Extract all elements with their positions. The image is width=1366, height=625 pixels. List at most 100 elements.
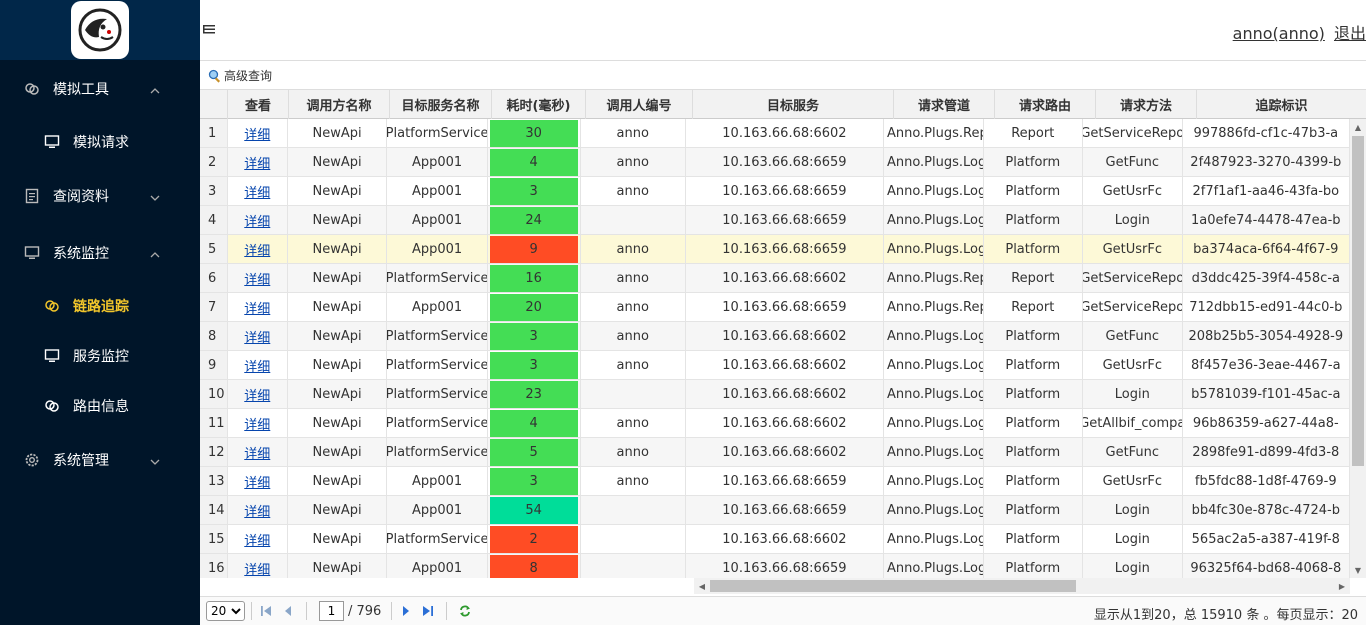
- submenu-item-1[interactable]: 模拟请求: [0, 117, 200, 167]
- column-header-4[interactable]: 耗时(毫秒): [492, 90, 586, 119]
- detail-link[interactable]: 详细: [244, 501, 270, 520]
- app-logo[interactable]: [71, 1, 129, 59]
- column-header-5[interactable]: 调用人编号: [586, 90, 693, 119]
- user-cell: anno: [581, 235, 686, 263]
- menu-item-0[interactable]: 模拟工具: [0, 60, 200, 117]
- menu-label: 查阅资料: [53, 188, 109, 205]
- scroll-up-icon[interactable]: ▲: [1350, 119, 1366, 135]
- cost-value: 54: [489, 496, 578, 524]
- target-cell: App001: [387, 148, 488, 176]
- detail-cell: 详细: [228, 206, 288, 234]
- caller-cell: NewApi: [288, 206, 388, 234]
- column-header-2[interactable]: 调用方名称: [289, 90, 390, 119]
- caller-cell: NewApi: [288, 148, 388, 176]
- detail-link[interactable]: 详细: [244, 385, 270, 404]
- menu-item-3[interactable]: 系统监控: [0, 224, 200, 281]
- table-row[interactable]: 11 详细 NewApi PlatformService 4 anno 10.163.66.…: [200, 409, 1350, 438]
- table-row[interactable]: 8 详细 NewApi PlatformService 3 anno 10.163.66.6…: [200, 322, 1350, 351]
- pipe-cell: Anno.Plugs.Logi: [884, 438, 984, 466]
- column-header-8[interactable]: 请求路由: [995, 90, 1096, 119]
- detail-link[interactable]: 详细: [244, 182, 270, 201]
- row-number: 6: [200, 264, 228, 292]
- table-row[interactable]: 6 详细 NewApi PlatformService 16 anno 10.163.66.…: [200, 264, 1350, 293]
- caller-cell: NewApi: [288, 409, 388, 437]
- pipe-cell: Anno.Plugs.Repo: [884, 293, 984, 321]
- table-row[interactable]: 3 详细 NewApi App001 3 anno 10.163.66.68:6659 Ann…: [200, 177, 1350, 206]
- detail-cell: 详细: [228, 293, 288, 321]
- scroll-down-icon[interactable]: ▼: [1350, 562, 1366, 578]
- page-size-select[interactable]: 20: [206, 601, 245, 621]
- detail-link[interactable]: 详细: [244, 298, 270, 317]
- target-cell: PlatformService: [387, 119, 488, 147]
- refresh-icon[interactable]: [457, 603, 473, 619]
- menu-toggle-icon[interactable]: [203, 23, 215, 35]
- column-header-0[interactable]: [200, 90, 228, 119]
- menu-label: 模拟工具: [53, 81, 109, 98]
- table-row[interactable]: 1 详细 NewApi PlatformService 30 anno 10.163.66.…: [200, 119, 1350, 148]
- submenu-item-4[interactable]: 链路追踪: [0, 281, 200, 331]
- last-page-icon[interactable]: [420, 603, 436, 619]
- detail-link[interactable]: 详细: [244, 559, 270, 578]
- menu-item-7[interactable]: 系统管理: [0, 431, 200, 488]
- trace-cell: 2f487923-3270-4399-b: [1183, 148, 1350, 176]
- row-number: 10: [200, 380, 228, 408]
- detail-cell: 详细: [228, 264, 288, 292]
- page-number-input[interactable]: [319, 601, 344, 621]
- advanced-search-button[interactable]: 高级查询: [208, 67, 272, 84]
- table-row[interactable]: 14 详细 NewApi App001 54 10.163.66.68:6659 Anno.…: [200, 496, 1350, 525]
- logo-area: [0, 0, 200, 60]
- table-row[interactable]: 10 详细 NewApi PlatformService 23 10.163.66.68:…: [200, 380, 1350, 409]
- pipe-cell: Anno.Plugs.Logi: [884, 148, 984, 176]
- detail-link[interactable]: 详细: [244, 269, 270, 288]
- detail-link[interactable]: 详细: [244, 414, 270, 433]
- table-row[interactable]: 5 详细 NewApi App001 9 anno 10.163.66.68:6659 Ann…: [200, 235, 1350, 264]
- submenu-item-6[interactable]: 路由信息: [0, 381, 200, 431]
- menu-item-2[interactable]: 查阅资料: [0, 167, 200, 224]
- vertical-scrollbar[interactable]: ▲ ▼: [1350, 119, 1366, 578]
- detail-link[interactable]: 详细: [244, 240, 270, 259]
- detail-link[interactable]: 详细: [244, 124, 270, 143]
- table-row[interactable]: 4 详细 NewApi App001 24 10.163.66.68:6659 Anno.P…: [200, 206, 1350, 235]
- user-cell: [581, 380, 686, 408]
- username-link[interactable]: anno(anno): [1233, 24, 1325, 43]
- scroll-left-icon[interactable]: ◀: [694, 578, 710, 594]
- table-row[interactable]: 9 详细 NewApi PlatformService 3 anno 10.163.66.6…: [200, 351, 1350, 380]
- column-header-3[interactable]: 目标服务名称: [390, 90, 492, 119]
- detail-link[interactable]: 详细: [244, 472, 270, 491]
- vertical-scroll-thumb[interactable]: [1352, 136, 1364, 466]
- detail-link[interactable]: 详细: [244, 356, 270, 375]
- table-row[interactable]: 16 详细 NewApi App001 8 10.163.66.68:6659 Anno.P…: [200, 554, 1350, 578]
- method-cell: Login: [1083, 496, 1183, 524]
- submenu-item-5[interactable]: 服务监控: [0, 331, 200, 381]
- pipe-cell: Anno.Plugs.Logi: [884, 351, 984, 379]
- table-row[interactable]: 15 详细 NewApi PlatformService 2 10.163.66.68:6…: [200, 525, 1350, 554]
- detail-link[interactable]: 详细: [244, 211, 270, 230]
- route-cell: Platform: [984, 409, 1084, 437]
- cost-cell: 3: [488, 467, 581, 495]
- trace-cell: 1a0efe74-4478-47ea-b: [1183, 206, 1350, 234]
- method-cell: GetUsrFc: [1083, 177, 1183, 205]
- pipe-cell: Anno.Plugs.Logi: [884, 206, 984, 234]
- table-row[interactable]: 2 详细 NewApi App001 4 anno 10.163.66.68:6659 Ann…: [200, 148, 1350, 177]
- detail-link[interactable]: 详细: [244, 443, 270, 462]
- column-header-1[interactable]: 查看: [228, 90, 289, 119]
- detail-cell: 详细: [228, 119, 288, 147]
- first-page-icon[interactable]: [258, 603, 274, 619]
- horizontal-scrollbar[interactable]: ◀ ▶: [694, 578, 1350, 594]
- column-header-9[interactable]: 请求方法: [1096, 90, 1197, 119]
- table-row[interactable]: 13 详细 NewApi App001 3 anno 10.163.66.68:6659 An…: [200, 467, 1350, 496]
- scroll-right-icon[interactable]: ▶: [1334, 578, 1350, 594]
- column-header-6[interactable]: 目标服务: [693, 90, 894, 119]
- table-row[interactable]: 7 详细 NewApi App001 20 anno 10.163.66.68:6659 An…: [200, 293, 1350, 322]
- detail-link[interactable]: 详细: [244, 530, 270, 549]
- horizontal-scroll-thumb[interactable]: [710, 580, 1076, 592]
- column-header-7[interactable]: 请求管道: [894, 90, 995, 119]
- link-icon: [44, 298, 60, 314]
- next-page-icon[interactable]: [398, 603, 414, 619]
- detail-link[interactable]: 详细: [244, 153, 270, 172]
- logout-link[interactable]: 退出: [1334, 24, 1366, 43]
- detail-link[interactable]: 详细: [244, 327, 270, 346]
- column-header-10[interactable]: 追踪标识: [1197, 90, 1366, 119]
- prev-page-icon[interactable]: [280, 603, 296, 619]
- table-row[interactable]: 12 详细 NewApi PlatformService 5 anno 10.163.66.…: [200, 438, 1350, 467]
